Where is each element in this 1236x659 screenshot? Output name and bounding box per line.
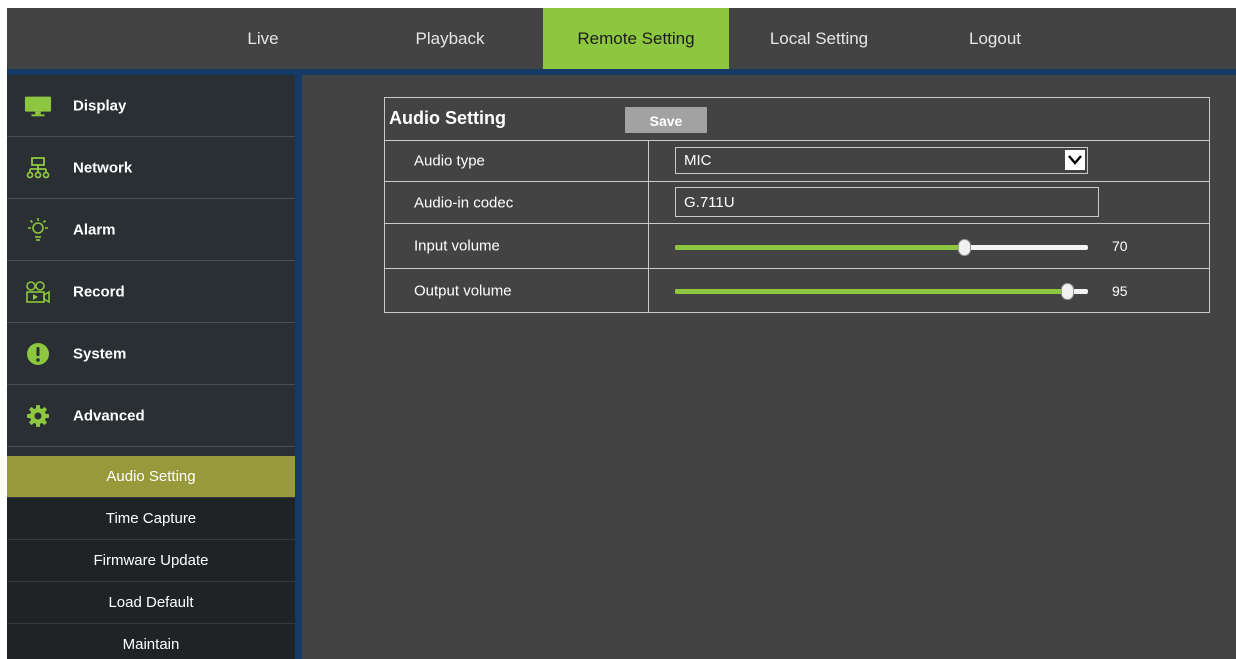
sidebar-item-label: Display [73, 97, 127, 114]
slider-fill [675, 289, 1068, 294]
input-volume-slider[interactable] [675, 236, 1088, 258]
alarm-icon [24, 216, 52, 244]
sidebar-item-network[interactable]: Network [7, 137, 295, 199]
output-volume-row: Output volume 95 [385, 268, 1209, 312]
sidebar-item-alarm[interactable]: Alarm [7, 199, 295, 261]
output-volume-label: Output volume [414, 282, 512, 299]
sidebar-subitem-maintain[interactable]: Maintain [7, 624, 295, 659]
chevron-down-icon[interactable] [1065, 150, 1085, 170]
sidebar-item-label: Record [73, 283, 125, 300]
slider-thumb[interactable] [1061, 283, 1075, 300]
sidebar-item-label: Alarm [73, 221, 116, 238]
tab-remote-setting[interactable]: Remote Setting [543, 8, 729, 69]
audio-type-row: Audio type MIC [385, 140, 1209, 181]
slider-fill [675, 245, 965, 250]
audio-type-label: Audio type [414, 152, 485, 170]
column-divider [648, 224, 649, 268]
sidebar-subitem-audio-setting[interactable]: Audio Setting [7, 456, 295, 498]
sidebar-item-label: Advanced [73, 407, 145, 424]
column-divider [648, 269, 649, 312]
sidebar-subitem-firmware-update[interactable]: Firmware Update [7, 540, 295, 582]
tab-live[interactable]: Live [209, 8, 317, 69]
input-volume-row: Input volume 70 [385, 223, 1209, 268]
audio-type-value: MIC [684, 152, 712, 169]
slider-thumb[interactable] [958, 239, 972, 256]
audio-in-codec-field[interactable] [675, 187, 1099, 217]
sidebar-item-record[interactable]: Record [7, 261, 295, 323]
network-icon [24, 154, 52, 182]
sidebar-item-label: System [73, 345, 127, 362]
input-volume-value: 70 [1112, 238, 1128, 254]
sidebar-item-display[interactable]: Display [7, 75, 295, 137]
sidebar-item-system[interactable]: System [7, 323, 295, 385]
top-nav: Live Playback Remote Setting Local Setti… [7, 8, 1236, 69]
column-divider [648, 182, 649, 223]
panel-header: Audio Setting Save [385, 98, 1209, 140]
tab-playback[interactable]: Playback [392, 8, 508, 69]
audio-type-select[interactable]: MIC [675, 147, 1088, 174]
tab-local-setting[interactable]: Local Setting [749, 8, 889, 69]
column-divider [648, 141, 649, 181]
sidebar-subitem-load-default[interactable]: Load Default [7, 582, 295, 624]
sidebar-item-label: Network [73, 159, 133, 176]
audio-setting-panel: Audio Setting Save Audio type MIC Audio-… [384, 97, 1210, 313]
app-frame: Live Playback Remote Setting Local Setti… [7, 8, 1236, 659]
panel-title: Audio Setting [389, 108, 506, 128]
audio-in-codec-row: Audio-in codec [385, 181, 1209, 223]
gear-icon [24, 402, 52, 430]
system-icon [24, 340, 52, 368]
sidebar-item-advanced[interactable]: Advanced [7, 385, 295, 447]
sidebar-subitem-time-capture[interactable]: Time Capture [7, 498, 295, 540]
save-button[interactable]: Save [625, 107, 707, 133]
record-icon [24, 278, 52, 306]
sidebar-divider [295, 75, 302, 659]
input-volume-label: Input volume [414, 237, 500, 255]
tab-logout[interactable]: Logout [947, 8, 1043, 69]
output-volume-value: 95 [1112, 283, 1128, 299]
audio-in-codec-label: Audio-in codec [414, 194, 514, 211]
sidebar: Display Network Alarm Record System Adva… [7, 75, 295, 659]
output-volume-slider[interactable] [675, 280, 1088, 302]
monitor-icon [24, 92, 52, 120]
